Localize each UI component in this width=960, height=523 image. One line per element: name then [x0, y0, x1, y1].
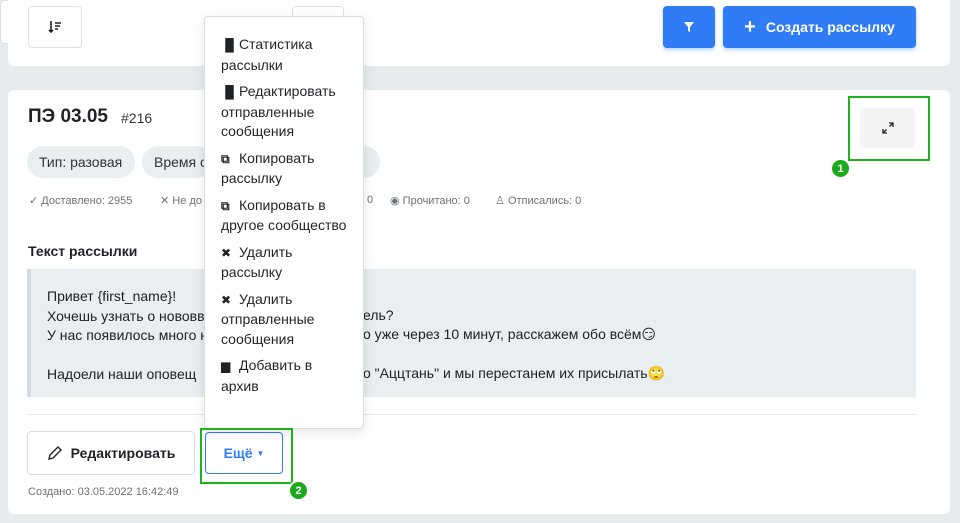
check-icon: ✓ [29, 195, 39, 207]
unsubscribed-stat: ♙ Отписались: 0 [495, 195, 582, 207]
type-tag: Тип: разовая [27, 146, 135, 178]
menu-item-delete-sent[interactable]: ✖ Удалить отправленные сообщения [221, 290, 353, 350]
plus-icon: + [744, 16, 756, 38]
created-timestamp: Создано: 03.05.2022 16:42:49 [28, 486, 179, 498]
filter-icon [684, 22, 694, 32]
menu-item-archive[interactable]: ▆ Добавить в архив [221, 356, 353, 396]
divider [27, 414, 916, 415]
sort-button[interactable] [28, 6, 82, 48]
message-line: Привет {first_name}! [47, 288, 177, 304]
menu-item-copy-to-community[interactable]: ⧉ Копировать в другое сообщество [221, 196, 353, 236]
create-mailing-button[interactable]: + Создать рассылку [723, 6, 916, 48]
edit-button[interactable]: Редактировать [27, 431, 195, 475]
message-fragment: о "Аццтань" и мы перестанем их присылать… [363, 365, 665, 381]
close-icon: ✖ [221, 292, 232, 307]
read-stat: ◉ Прочитано: 0 [390, 195, 470, 207]
highlight-box [200, 428, 293, 484]
eye-icon: ◉ [390, 195, 400, 207]
copy-icon: ⧉ [221, 151, 230, 166]
menu-item-copy[interactable]: ⧉ Копировать рассылку [221, 149, 353, 189]
not-delivered-count: 0 [367, 194, 374, 206]
time-tag: Время о [142, 146, 212, 178]
copy-icon: ⧉ [221, 198, 230, 213]
not-delivered-stat: ✕ Не до [160, 195, 202, 207]
edit-label: Редактировать [70, 445, 176, 461]
more-dropdown-menu: ▐▌Статистика рассылки ▐▌Редактировать от… [204, 16, 364, 429]
sort-icon [48, 21, 61, 34]
message-line: Хочешь узнать о нововв [47, 307, 205, 324]
delivered-stat: ✓ Доставлено: 2955 [29, 195, 133, 207]
message-fragment: ель? [363, 307, 394, 323]
filter-button[interactable] [663, 6, 715, 48]
menu-item-delete[interactable]: ✖ Удалить рассылку [221, 243, 353, 283]
highlight-box [848, 96, 930, 161]
bar-chart-icon: ▐▌ [221, 38, 239, 52]
close-icon: ✖ [221, 245, 232, 260]
message-fragment: о уже через 10 минут, расскажем обо всём… [363, 326, 657, 342]
create-mailing-label: Создать рассылку [765, 19, 895, 35]
bar-chart-icon: ▐▌ [221, 85, 239, 99]
annotation-badge: 2 [288, 480, 309, 501]
message-text-label: Текст рассылки [28, 243, 138, 259]
cross-icon: ✕ [160, 195, 170, 207]
menu-item-statistics[interactable]: ▐▌Статистика рассылки [221, 35, 353, 75]
archive-icon: ▆ [221, 359, 231, 373]
message-line [47, 346, 900, 366]
mailing-number: #216 [121, 110, 153, 126]
user-minus-icon: ♙ [495, 195, 505, 207]
annotation-badge: 1 [830, 158, 851, 179]
mailing-title: ПЭ 03.05 [28, 106, 108, 127]
pencil-icon [47, 446, 62, 460]
menu-item-edit-sent[interactable]: ▐▌Редактировать отправленные сообщения [221, 82, 353, 142]
